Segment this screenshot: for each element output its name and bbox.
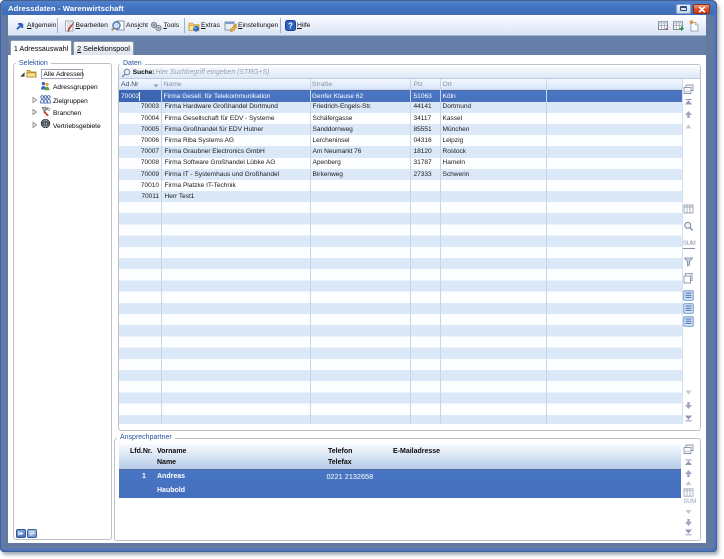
svg-text:-: - [665,24,668,32]
svg-text:?: ? [288,21,293,30]
svg-text:+: + [679,24,684,32]
